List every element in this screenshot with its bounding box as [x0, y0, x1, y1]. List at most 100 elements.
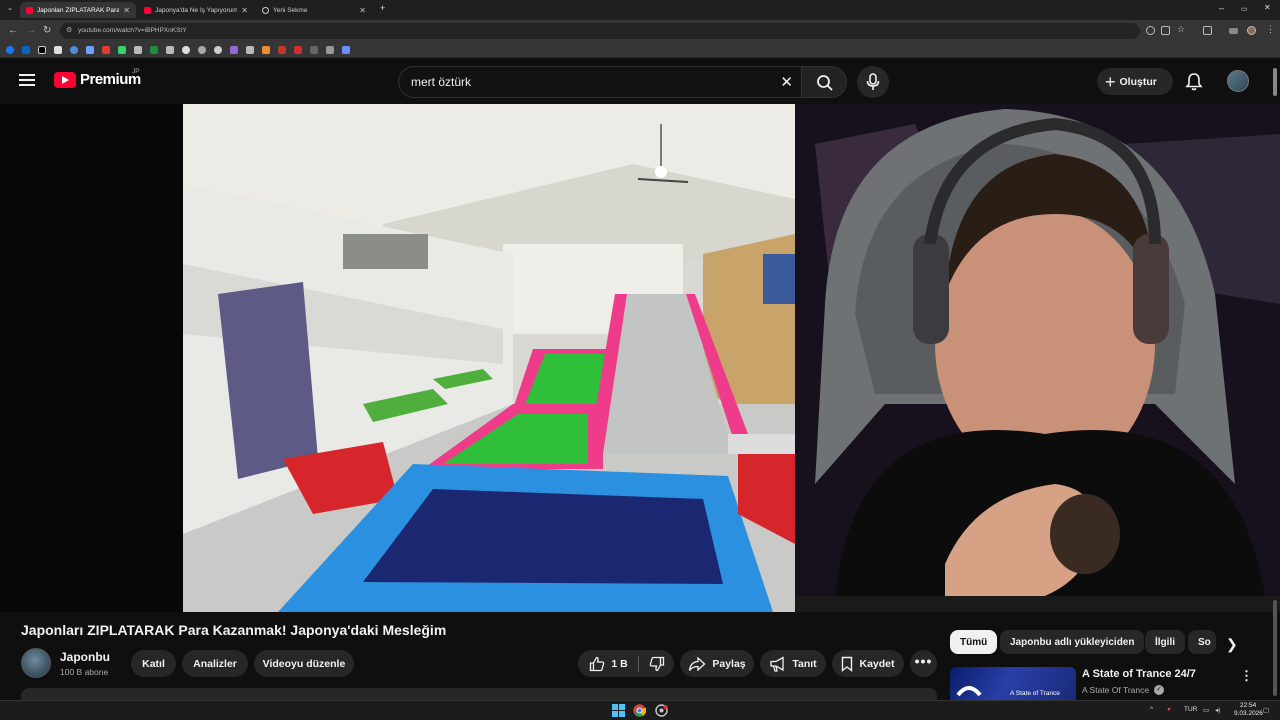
bookmark-youtube-icon[interactable] [102, 46, 110, 54]
page-scrollbar-thumb[interactable] [1273, 68, 1277, 96]
bookmark-icon[interactable] [326, 46, 334, 54]
tab-search-icon[interactable]: ⌄ [7, 4, 13, 12]
tab-japonyada[interactable]: Japonya'da Ne İş Yapıyorum? I ✕ [138, 2, 254, 18]
bookmark-x-icon[interactable] [38, 46, 46, 54]
recommendation-title[interactable]: A State of Trance 24/7 [1082, 668, 1196, 680]
bookmark-icon[interactable] [166, 46, 174, 54]
bell-icon [1185, 73, 1203, 91]
youtube-header: Premium JP mert öztürk ✕ + Oluştur [0, 58, 1280, 104]
minimize-button[interactable]: – [1219, 3, 1224, 13]
youtube-premium-logo[interactable]: Premium JP [54, 68, 141, 88]
chip-all[interactable]: Tümü [950, 630, 998, 654]
bookmark-icon[interactable] [230, 46, 238, 54]
share-button[interactable]: Paylaş [680, 650, 754, 677]
channel-name[interactable]: Japonbu [60, 650, 110, 664]
chip-related[interactable]: İlgili [1145, 630, 1185, 654]
bookmark-icon[interactable] [198, 46, 206, 54]
sidebar-scrollbar[interactable] [1273, 600, 1277, 696]
close-tab-icon[interactable]: ✕ [123, 6, 130, 15]
video-player[interactable] [0, 104, 1280, 612]
chrome-dev-icon[interactable] [655, 704, 668, 717]
bookmark-icon[interactable] [342, 46, 350, 54]
chevron-right-icon[interactable]: ❯ [1226, 636, 1238, 653]
tab-title: Japonya'da Ne İş Yapıyorum? I [155, 6, 238, 14]
search-value: mert öztürk [411, 75, 472, 89]
bookmark-icon[interactable] [86, 46, 94, 54]
bookmark-icon[interactable] [278, 46, 286, 54]
site-info-icon[interactable]: ⚙ [66, 23, 72, 39]
recommendation-thumbnail[interactable]: A State of Trance [950, 667, 1076, 700]
clock-date[interactable]: 9.03.2026 [1234, 710, 1263, 717]
chrome-icon[interactable] [633, 704, 646, 717]
network-icon[interactable]: ▭ [1203, 706, 1209, 714]
zoom-icon[interactable] [1146, 26, 1155, 35]
channel-avatar[interactable] [21, 648, 51, 678]
profile-icon[interactable] [1247, 26, 1256, 35]
hamburger-menu-icon[interactable] [19, 74, 35, 86]
dislike-button[interactable] [639, 650, 674, 677]
tab-japonlari[interactable]: Japonları ZIPLATARAK Para Kaza ✕ [20, 2, 136, 18]
cast-icon[interactable] [1161, 26, 1170, 35]
search-input[interactable]: mert öztürk ✕ [398, 66, 802, 98]
bookmark-icon[interactable] [182, 46, 190, 54]
reload-icon[interactable]: ↻ [43, 25, 51, 36]
url-field[interactable]: ⚙ youtube.com/watch?v=iBPHPXnKStY [60, 23, 1140, 39]
browser-menu-icon[interactable]: ⋮ [1266, 24, 1275, 35]
youtube-favicon-icon [144, 6, 151, 14]
thumbs-down-icon [649, 656, 664, 671]
like-button[interactable]: 1 B [578, 650, 639, 677]
analytics-button[interactable]: Analizler [182, 650, 248, 677]
voice-search-button[interactable] [857, 66, 889, 98]
edit-video-button[interactable]: Videoyu düzenle [254, 650, 354, 677]
forward-icon[interactable]: → [26, 25, 36, 36]
bookmarks-bar [0, 42, 1280, 58]
address-bar-row: ← → ↻ ⚙ youtube.com/watch?v=iBPHPXnKStY … [0, 20, 1280, 42]
downloads-icon[interactable] [1229, 28, 1238, 34]
chip-from-uploader[interactable]: Japonbu adlı yükleyiciden [1000, 630, 1145, 654]
bookmark-linkedin-icon[interactable] [22, 46, 30, 54]
back-icon[interactable]: ← [8, 25, 18, 36]
language-indicator[interactable]: TUR [1184, 706, 1197, 713]
tab-yeni-sekme[interactable]: Yeni Sekme ✕ [256, 2, 372, 18]
new-tab-button[interactable]: + [380, 3, 385, 13]
clock-time[interactable]: 22:54 [1240, 702, 1256, 709]
bookmark-icon[interactable] [70, 46, 78, 54]
close-window-button[interactable]: ✕ [1264, 3, 1271, 12]
promote-button[interactable]: Tanıt [760, 650, 826, 677]
bookmark-icon[interactable] [262, 46, 270, 54]
bookmark-icon[interactable] [134, 46, 142, 54]
volume-icon[interactable]: ◂) [1215, 706, 1220, 714]
plus-icon: + [1105, 71, 1116, 92]
bookmark-icon[interactable] [54, 46, 62, 54]
bookmark-facebook-icon[interactable] [6, 46, 14, 54]
bookmark-icon[interactable] [294, 46, 302, 54]
bookmark-icon[interactable] [310, 46, 318, 54]
search-button[interactable] [801, 66, 847, 98]
more-actions-button[interactable]: ••• [910, 650, 937, 677]
tray-chevron-icon[interactable]: ^ [1150, 706, 1153, 713]
recommendation-channel[interactable]: A State Of Trance [1082, 685, 1149, 695]
video-frame[interactable] [183, 104, 795, 612]
chip-partial[interactable]: So [1188, 630, 1216, 654]
notifications-button[interactable] [1185, 72, 1203, 96]
create-button[interactable]: + Oluştur [1097, 68, 1173, 95]
bookmark-icon[interactable] [150, 46, 158, 54]
clear-search-icon[interactable]: ✕ [780, 73, 793, 91]
save-button[interactable]: Kaydet [832, 650, 904, 677]
windows-start-icon[interactable] [612, 704, 625, 717]
notification-center-icon[interactable]: ▢ [1263, 706, 1269, 714]
recommendation-menu-icon[interactable]: ⋮ [1240, 668, 1253, 684]
bookmark-star-icon[interactable]: ☆ [1177, 24, 1185, 35]
account-avatar[interactable] [1227, 70, 1249, 92]
close-tab-icon[interactable]: ✕ [359, 6, 366, 15]
close-tab-icon[interactable]: ✕ [241, 6, 248, 15]
like-count: 1 B [611, 657, 628, 670]
description-box[interactable] [21, 688, 937, 700]
extensions-icon[interactable] [1203, 26, 1212, 35]
maximize-button[interactable]: ▭ [1241, 5, 1248, 13]
bookmark-icon[interactable] [214, 46, 222, 54]
bookmark-icon[interactable] [246, 46, 254, 54]
join-button[interactable]: Katıl [131, 650, 176, 677]
microphone-tray-icon[interactable]: ● [1167, 706, 1171, 713]
bookmark-icon[interactable] [118, 46, 126, 54]
